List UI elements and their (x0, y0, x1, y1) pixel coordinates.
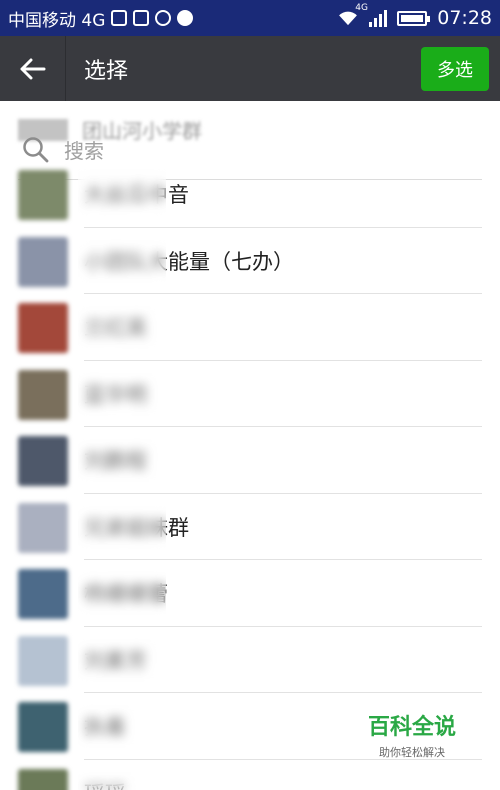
gallery-icon (133, 10, 150, 26)
data-saver-icon (111, 10, 128, 26)
avatar (18, 369, 68, 420)
contact-row[interactable]: 兄弟姐妹群 (0, 494, 500, 560)
privacy-blur (78, 302, 166, 354)
contact-row[interactable]: 兰红英 (0, 294, 500, 361)
avatar (18, 702, 68, 752)
search-input[interactable]: 搜索 (64, 135, 104, 164)
avatar (18, 170, 68, 220)
contact-row[interactable]: 刘素芳 (0, 627, 500, 693)
cell-signal-icon: 4G (355, 3, 388, 27)
status-bar: 中国移动 4G 4G 07:28 (0, 0, 500, 36)
privacy-blur (78, 235, 166, 288)
privacy-blur (78, 767, 166, 790)
avatar (18, 236, 68, 287)
clock: 07:28 (437, 7, 492, 29)
watermark: 百科全说 助你轻松解决 (368, 709, 456, 760)
avatar (18, 569, 68, 619)
contact-row[interactable]: 小团队大能量（七办） (0, 228, 500, 294)
contact-row[interactable]: 蓝华明 (0, 361, 500, 427)
page-title: 选择 (84, 58, 129, 84)
contact-row[interactable]: 大丝瓜中音 (0, 161, 500, 228)
back-button[interactable] (0, 36, 66, 101)
privacy-blur (78, 634, 166, 687)
avatar (18, 768, 68, 790)
contact-row[interactable]: 瑶瑶 (0, 760, 500, 790)
multi-select-button[interactable]: 多选 (421, 46, 489, 91)
network-type-label: 4G (355, 3, 368, 13)
privacy-blur (78, 169, 166, 221)
battery-icon (397, 10, 431, 26)
contact-list: 大丝瓜中音小团队大能量（七办）兰红英蓝华明刘鹏程兄弟姐妹群杨姗姗蕾刘素芳执着瑶瑶 (0, 161, 500, 790)
watermark-title: 百科全说 (367, 715, 456, 740)
contact-row[interactable]: 刘鹏程 (0, 427, 500, 494)
search-icon (23, 136, 49, 162)
privacy-blur (78, 501, 166, 554)
avatar (18, 635, 68, 686)
privacy-blur (78, 435, 166, 487)
privacy-blur (78, 368, 166, 421)
alipay-icon (177, 10, 194, 26)
avatar (18, 436, 68, 486)
avatar (18, 303, 68, 353)
privacy-blur (78, 701, 166, 753)
contact-row[interactable]: 杨姗姗蕾 (0, 560, 500, 627)
arrow-left-icon (20, 58, 45, 79)
privacy-blur (78, 568, 166, 620)
app-bar: 选择 多选 (0, 36, 500, 101)
chat-bubble-icon (155, 10, 172, 26)
watermark-subtitle: 助你轻松解决 (378, 746, 445, 759)
carrier-label: 中国移动 4G (8, 10, 106, 31)
avatar (18, 502, 68, 553)
